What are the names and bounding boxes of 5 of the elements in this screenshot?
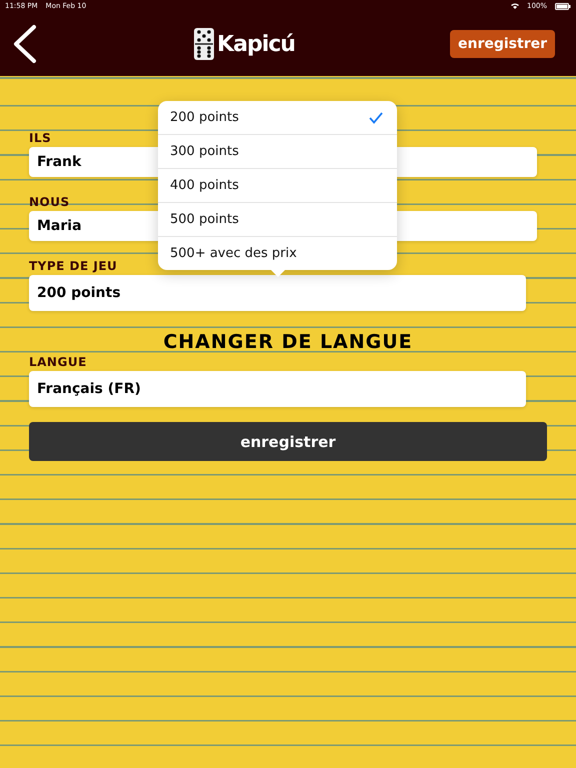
field-label: ILS [29, 131, 52, 145]
app-logo: Kapicú [217, 32, 295, 56]
section-title: CHANGER DE LANGUE [162, 331, 414, 353]
field-label: TYPE DE JEU [29, 259, 118, 273]
field-label: LANGUE [29, 355, 87, 369]
